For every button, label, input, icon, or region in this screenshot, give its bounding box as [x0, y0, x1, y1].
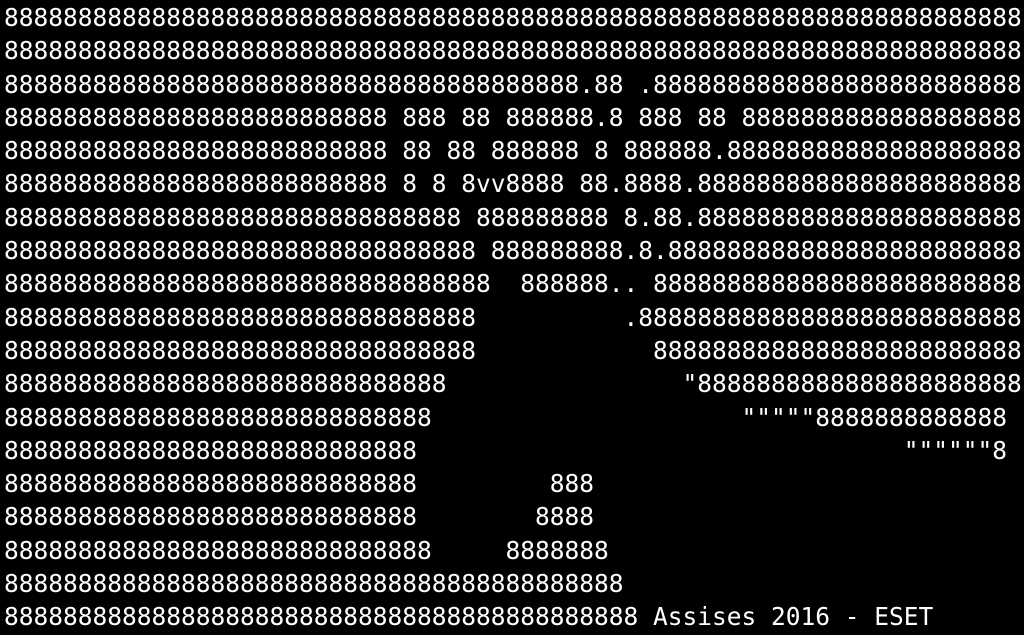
ascii-art-line: 8888888888888888888888888888 8888 — [4, 502, 595, 532]
ascii-art-line: 8888888888888888888888888888888888888888… — [4, 36, 1022, 66]
ascii-art-line: 88888888888888888888888888 888 88 888888… — [4, 102, 1022, 132]
ascii-art-line: 8888888888888888888888888888888888888888… — [4, 602, 654, 632]
ascii-art-line: 88888888888888888888888888888 """""88888… — [4, 402, 1008, 432]
ascii-art-line: 8888888888888888888888888888888 88888888… — [4, 202, 1022, 232]
ascii-art-line: 8888888888888888888888888888 """"""8 — [4, 435, 1008, 465]
ascii-art-line: 88888888888888888888888888888 8888888 — [4, 535, 609, 565]
terminal-output: 8888888888888888888888888888888888888888… — [4, 1, 1024, 635]
ascii-art-line: 888888888888888888888888888888 "88888888… — [4, 369, 1022, 399]
ascii-art-last-line: 8888888888888888888888888888888888888888… — [4, 600, 1024, 633]
caption-text: Assises 2016 - ESET — [653, 602, 934, 632]
ascii-art-line: 88888888888888888888888888 88 88 888888 … — [4, 136, 1022, 166]
ascii-art-line: 88888888888888888888888888 8 8 8vv8888 8… — [4, 169, 1022, 199]
ascii-art-line: 8888888888888888888888888888888888888888… — [4, 569, 624, 599]
ascii-art-line: 88888888888888888888888888888888 8888888… — [4, 236, 1022, 266]
ascii-art-line: 88888888888888888888888888888888 .888888… — [4, 302, 1022, 332]
ascii-art-line: 8888888888888888888888888888888888888888… — [4, 3, 1022, 32]
ascii-art-line: 888888888888888888888888888888888888888.… — [4, 69, 1022, 99]
ascii-art-line: 888888888888888888888888888888888 888888… — [4, 269, 1022, 299]
ascii-art-line: 88888888888888888888888888888888 8888888… — [4, 335, 1022, 365]
ascii-art-line: 8888888888888888888888888888 888 — [4, 469, 595, 499]
